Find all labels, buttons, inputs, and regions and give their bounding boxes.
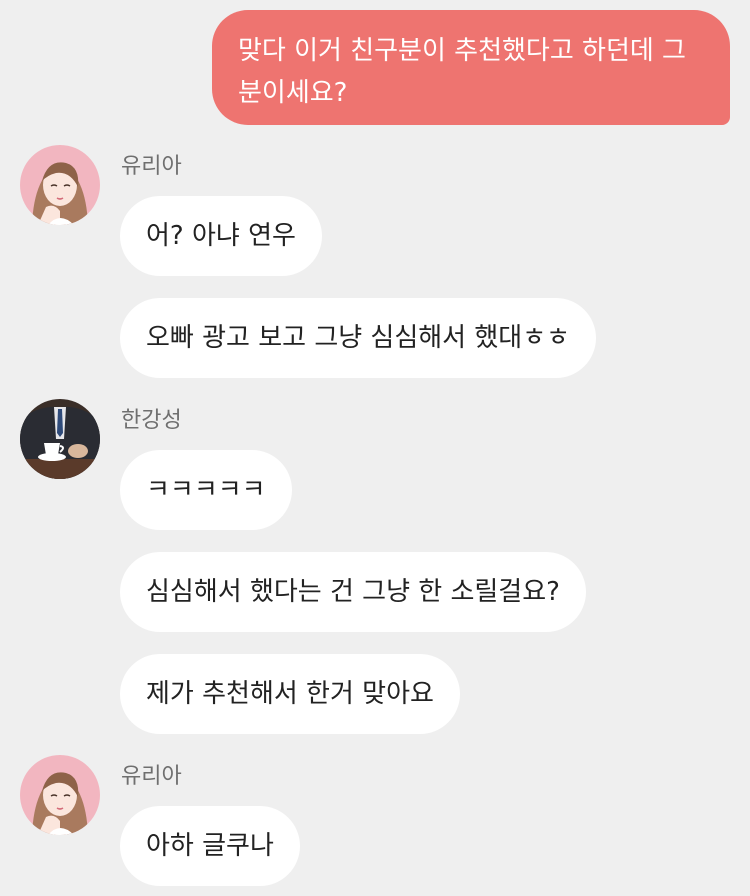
sender-name: 유리아 [121,764,182,789]
their-message-bubble[interactable]: 심심해서 했다는 건 그냥 한 소릴걸요? [120,552,586,632]
their-message-bubble[interactable]: 어? 아냐 연우 [120,196,322,276]
woman-illustration-avatar [20,145,100,225]
my-message-bubble[interactable]: 맞다 이거 친구분이 추천했다고 하던데 그분이세요? [212,10,730,125]
their-message-bubble[interactable]: 오빠 광고 보고 그냥 심심해서 했대ㅎㅎ [120,298,597,378]
sender-avatar-hangangseong[interactable] [20,399,100,479]
sender-avatar-yuria[interactable] [20,755,100,835]
their-message-bubble[interactable]: 아하 글쿠나 [120,806,300,886]
their-message-bubble[interactable]: 제가 추천해서 한거 맞아요 [120,654,460,734]
their-message-bubble[interactable]: ㅋㅋㅋㅋㅋ [120,450,292,530]
sender-name: 유리아 [121,154,182,179]
man-suit-coffee-avatar [20,399,100,479]
chat-thread: 맞다 이거 친구분이 추천했다고 하던데 그분이세요? 유리아 어? 아냐 연우… [0,0,750,896]
sender-name: 한강성 [121,408,182,433]
woman-illustration-avatar [20,755,100,835]
sender-avatar-yuria[interactable] [20,145,100,225]
